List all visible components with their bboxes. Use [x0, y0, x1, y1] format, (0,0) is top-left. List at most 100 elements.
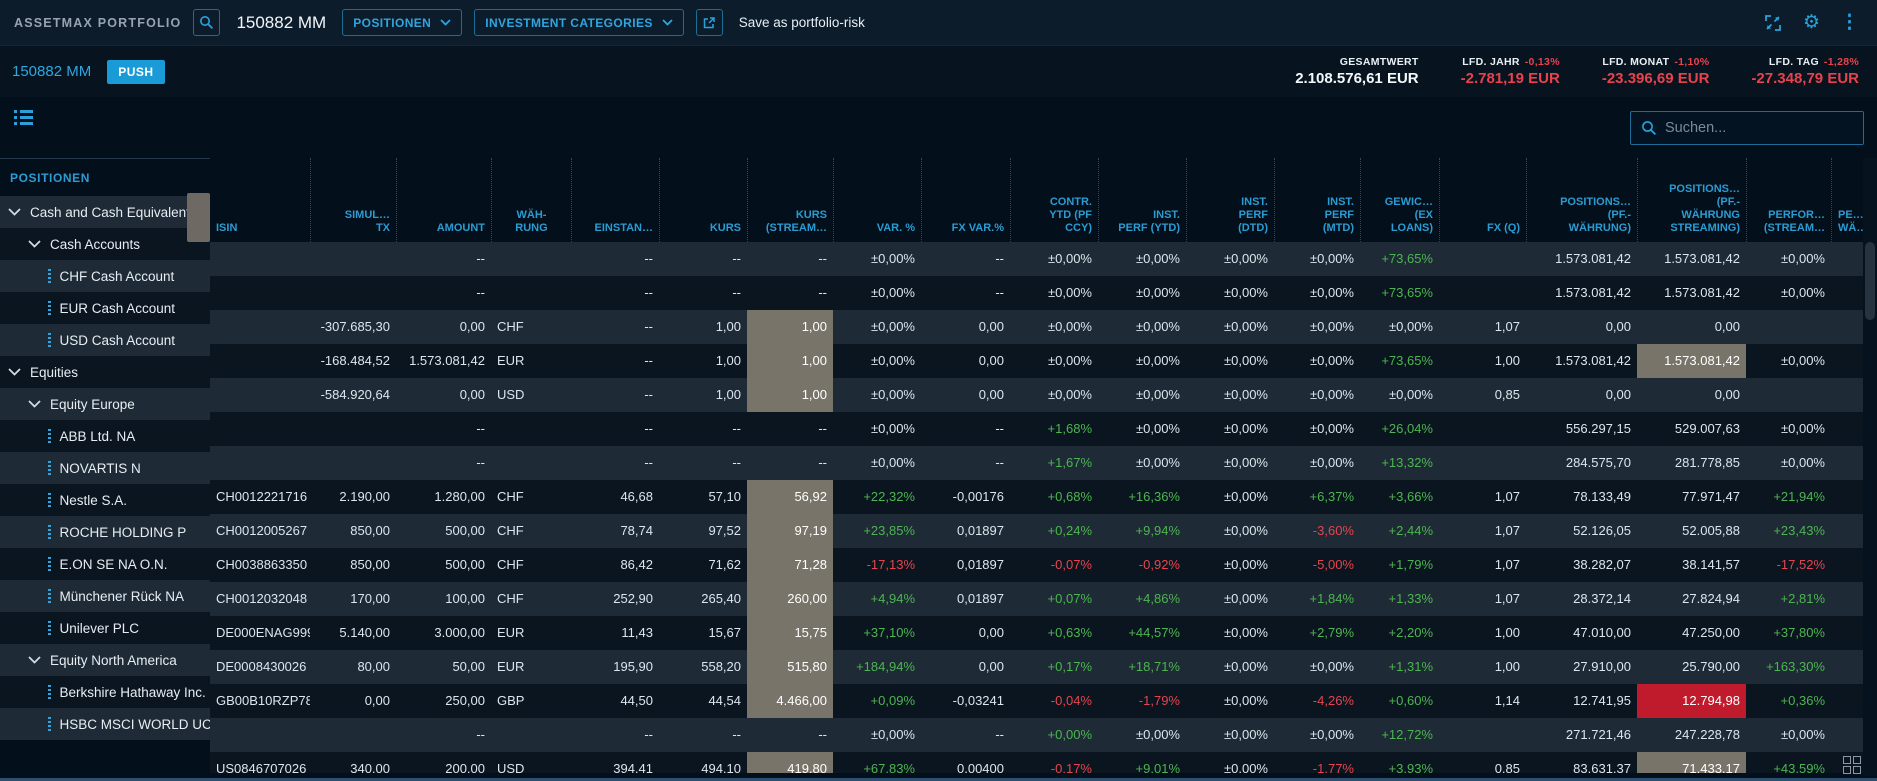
cell-positions-pf-stream: 12.794,98	[1637, 684, 1746, 718]
layout-grid-icon[interactable]	[1843, 756, 1861, 774]
save-as-portfolio-risk-link[interactable]: Save as portfolio-risk	[739, 15, 865, 30]
kebab-menu-icon[interactable]: ⋮	[1840, 13, 1859, 32]
sidebar-item-label: Cash and Cash Equivalents	[30, 205, 197, 220]
open-external-button[interactable]	[696, 9, 723, 36]
column-header-kurs-stream[interactable]: KURS(STREAM…	[747, 158, 833, 242]
column-header-einstand[interactable]: EINSTAN…	[571, 158, 659, 242]
search-input[interactable]	[1665, 120, 1853, 136]
chevron-down-icon[interactable]	[28, 656, 41, 664]
sidebar-item-equity-europe[interactable]: Equity Europe	[0, 388, 210, 420]
cell-kurs-stream: 515,80	[747, 650, 833, 684]
positions-dropdown[interactable]: POSITIONEN	[342, 9, 462, 36]
cell-positions-pf-stream: 1.573.081,42	[1637, 344, 1746, 378]
cell-pe-wae	[1831, 344, 1863, 378]
table-row[interactable]: -168.484,521.573.081,42EUR--1,001,00±0,0…	[210, 344, 1863, 378]
drag-dots-icon	[48, 589, 51, 604]
column-header-inst-perf-mtd[interactable]: INST.PERF(MTD)	[1274, 158, 1360, 242]
column-header-waehrung[interactable]: WÄH-RUNG	[491, 158, 571, 242]
cell-simul-tx: 340,00	[310, 752, 396, 773]
cell-amount: --	[396, 242, 491, 276]
column-header-simul-tx[interactable]: SIMUL…TX	[310, 158, 396, 242]
sidebar-item-nestle-s-a[interactable]: Nestle S.A.	[0, 484, 210, 516]
expand-icon[interactable]	[1763, 13, 1783, 33]
sidebar-scrollbar-thumb[interactable]	[187, 193, 210, 242]
column-header-positions-pf-stream[interactable]: POSITIONS…(PF.-WÄHRUNGSTREAMING)	[1637, 158, 1746, 242]
table-row[interactable]: -307.685,300,00CHF--1,001,00±0,00%0,00±0…	[210, 310, 1863, 344]
sidebar-item-unilever-plc[interactable]: Unilever PLC	[0, 612, 210, 644]
sidebar-item-hsbc-msci-world-uci[interactable]: HSBC MSCI WORLD UCI…	[0, 708, 210, 740]
cell-kurs-stream: 97,19	[747, 514, 833, 548]
cell-inst-perf-dtd: ±0,00%	[1186, 752, 1274, 773]
table-row[interactable]: US0846707026340,00200,00USD394,41494,104…	[210, 752, 1863, 773]
push-button[interactable]: PUSH	[107, 60, 164, 84]
column-header-fx-q[interactable]: FX (Q)	[1439, 158, 1526, 242]
sidebar-item-roche-holding-p[interactable]: ROCHE HOLDING P	[0, 516, 210, 548]
sidebar-item-chf-cash-account[interactable]: CHF Cash Account	[0, 260, 210, 292]
column-header-gewic[interactable]: GEWIC…(EXLOANS)	[1360, 158, 1439, 242]
chevron-down-icon[interactable]	[28, 400, 41, 408]
cell-waehrung	[491, 412, 571, 446]
table-row[interactable]: --------±0,00%--±0,00%±0,00%±0,00%±0,00%…	[210, 276, 1863, 310]
cell-positions-pf-stream: 1.573.081,42	[1637, 276, 1746, 310]
sidebar-item-berkshire-hathaway-inc-b[interactable]: Berkshire Hathaway Inc. B	[0, 676, 210, 708]
sidebar-item-usd-cash-account[interactable]: USD Cash Account	[0, 324, 210, 356]
column-header-perfor-stream[interactable]: PERFOR…(STREAM…	[1746, 158, 1831, 242]
column-header-isin[interactable]: ISIN	[210, 158, 310, 242]
cell-kurs-stream: --	[747, 718, 833, 752]
cell-fx-q: 1,14	[1439, 684, 1526, 718]
chevron-down-icon[interactable]	[28, 240, 41, 248]
table-row[interactable]: --------±0,00%--+1,68%±0,00%±0,00%±0,00%…	[210, 412, 1863, 446]
table-row[interactable]: GB00B10RZP780,00250,00GBP44,5044,544.466…	[210, 684, 1863, 718]
cell-fx-q: 0,85	[1439, 752, 1526, 773]
table-row[interactable]: -584.920,640,00USD--1,001,00±0,00%0,00±0…	[210, 378, 1863, 412]
sidebar-item-cash-accounts[interactable]: Cash Accounts	[0, 228, 210, 260]
column-header-positions-pf[interactable]: POSITIONS…(PF.-WÄHRUNG)	[1526, 158, 1637, 242]
table-row[interactable]: DE000843002680,0050,00EUR195,90558,20515…	[210, 650, 1863, 684]
column-header-fx-var-pct[interactable]: FX VAR.%	[921, 158, 1010, 242]
table-row[interactable]: CH0012032048170,00100,00CHF252,90265,402…	[210, 582, 1863, 616]
grid-scrollbar-thumb[interactable]	[1865, 242, 1875, 320]
kpi-label: LFD. TAG	[1769, 56, 1819, 68]
list-add-icon[interactable]	[14, 110, 35, 129]
table-row[interactable]: CH0038863350850,00500,00CHF86,4271,6271,…	[210, 548, 1863, 582]
sidebar-item-equities[interactable]: Equities	[0, 356, 210, 388]
cell-var-pct: +4,94%	[833, 582, 921, 616]
sidebar-item-novartis-n[interactable]: NOVARTIS N	[0, 452, 210, 484]
cell-pe-wae	[1831, 684, 1863, 718]
sidebar-item-m-nchener-r-ck-na[interactable]: Münchener Rück NA	[0, 580, 210, 612]
sidebar-item-abb-ltd-na[interactable]: ABB Ltd. NA	[0, 420, 210, 452]
sidebar-item-cash-and-cash-equivalents[interactable]: Cash and Cash Equivalents	[0, 196, 210, 228]
cell-gewic: +13,32%	[1360, 446, 1439, 480]
table-search-box[interactable]	[1630, 111, 1864, 145]
column-header-kurs[interactable]: KURS	[659, 158, 747, 242]
sidebar-item-equity-north-america[interactable]: Equity North America	[0, 644, 210, 676]
cell-waehrung: CHF	[491, 548, 571, 582]
table-row[interactable]: DE000ENAG9995.140,003.000,00EUR11,4315,6…	[210, 616, 1863, 650]
column-header-pe-wae[interactable]: PE…WÄ…	[1831, 158, 1863, 242]
sidebar-item-eur-cash-account[interactable]: EUR Cash Account	[0, 292, 210, 324]
table-row[interactable]: --------±0,00%--+0,00%±0,00%±0,00%±0,00%…	[210, 718, 1863, 752]
cell-einstand: --	[571, 242, 659, 276]
search-button[interactable]	[193, 9, 220, 36]
cell-inst-perf-ytd: ±0,00%	[1098, 412, 1186, 446]
sidebar-item-e-on-se-na-o-n[interactable]: E.ON SE NA O.N.	[0, 548, 210, 580]
settings-gear-icon[interactable]: ⚙	[1803, 13, 1820, 32]
kpi-label: LFD. MONAT	[1602, 56, 1669, 68]
table-row[interactable]: --------±0,00%--+1,67%±0,00%±0,00%±0,00%…	[210, 446, 1863, 480]
column-header-contr-ytd[interactable]: CONTR.YTD (PFCCY)	[1010, 158, 1098, 242]
kpi-percent: -1,10%	[1674, 56, 1709, 68]
cell-gewic: +1,31%	[1360, 650, 1439, 684]
column-header-inst-perf-dtd[interactable]: INST.PERF(DTD)	[1186, 158, 1274, 242]
chevron-down-icon[interactable]	[8, 208, 21, 216]
column-header-amount[interactable]: AMOUNT	[396, 158, 491, 242]
categories-dropdown[interactable]: INVESTMENT CATEGORIES	[474, 9, 684, 36]
chevron-down-icon[interactable]	[8, 368, 21, 376]
table-row[interactable]: CH0012005267850,00500,00CHF78,7497,5297,…	[210, 514, 1863, 548]
kpi-lfd-monat: LFD. MONAT-1,10%-23.396,69 EUR	[1602, 56, 1710, 87]
column-header-inst-perf-ytd[interactable]: INST.PERF (YTD)	[1098, 158, 1186, 242]
column-header-var-pct[interactable]: VAR. %	[833, 158, 921, 242]
table-row[interactable]: CH00122217162.190,001.280,00CHF46,6857,1…	[210, 480, 1863, 514]
table-row[interactable]: --------±0,00%--±0,00%±0,00%±0,00%±0,00%…	[210, 242, 1863, 276]
grid-vertical-scrollbar[interactable]	[1863, 158, 1877, 776]
cell-amount: 0,00	[396, 310, 491, 344]
